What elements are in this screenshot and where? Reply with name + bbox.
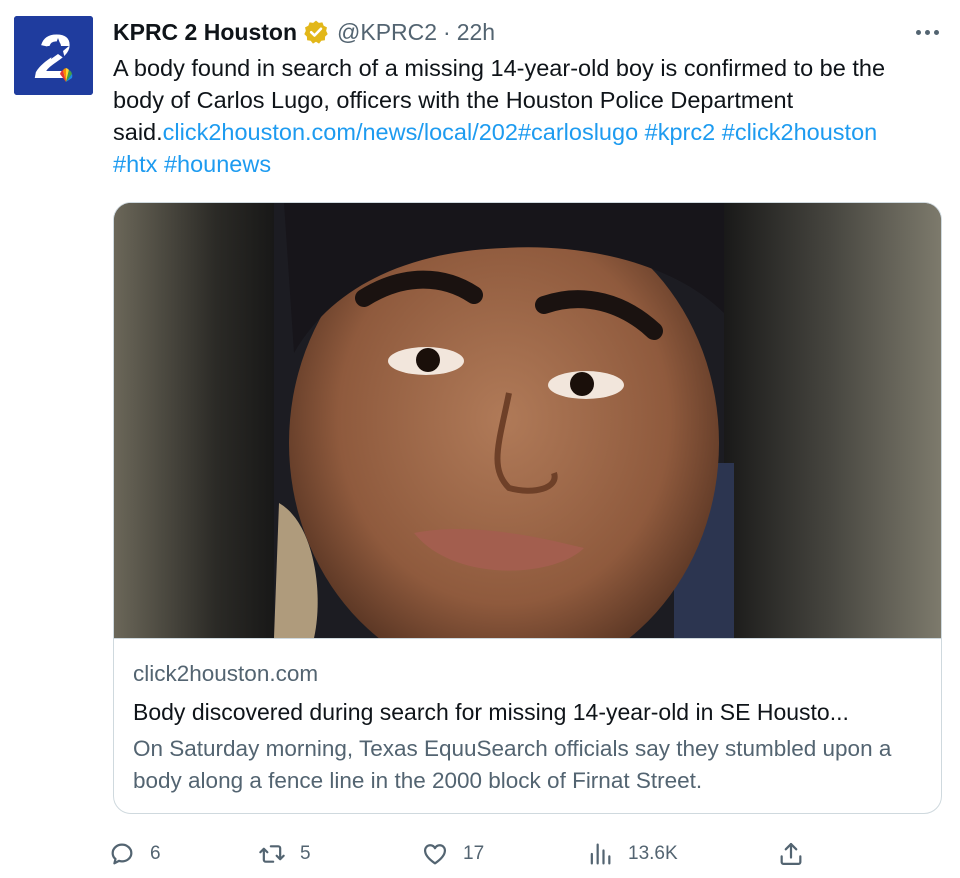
separator-dot: · — [443, 18, 451, 45]
like-button[interactable]: 17 — [421, 838, 484, 870]
user-handle[interactable]: @KPRC2 — [337, 19, 437, 46]
tweet-link[interactable]: click2houston.com/news/local/202 — [163, 119, 518, 145]
tweet-text: A body found in search of a missing 14-y… — [113, 52, 913, 180]
kprc2-logo-icon: 2 — [14, 16, 93, 95]
link-preview-card[interactable]: click2houston.com Body discovered during… — [113, 202, 942, 814]
reply-count: 6 — [150, 843, 161, 864]
timestamp[interactable]: 22h — [457, 19, 495, 46]
retweet-icon — [259, 845, 285, 863]
card-divider — [114, 638, 941, 639]
share-icon — [780, 842, 802, 866]
card-description[interactable]: On Saturday morning, Texas EquuSearch of… — [133, 733, 923, 797]
reply-button[interactable]: 6 — [108, 838, 161, 870]
action-bar: 6 5 17 13.6K — [108, 838, 828, 870]
avatar[interactable]: 2 — [14, 16, 93, 95]
hashtag-click2houston[interactable]: #click2houston — [722, 119, 877, 145]
hashtag-htx[interactable]: #htx — [113, 151, 157, 177]
card-image[interactable] — [114, 203, 941, 638]
hashtag-hounews[interactable]: #hounews — [164, 151, 271, 177]
card-title[interactable]: Body discovered during search for missin… — [133, 699, 923, 726]
verified-badge-icon[interactable] — [303, 19, 329, 45]
hashtag-carloslugo[interactable]: #carloslugo — [518, 119, 638, 145]
like-count: 17 — [463, 843, 485, 864]
views-button[interactable]: 13.6K — [586, 838, 678, 870]
tweet-header: KPRC 2 Houston @KPRC2 · 22h — [113, 18, 495, 46]
retweet-count: 5 — [300, 843, 311, 864]
share-button[interactable] — [777, 838, 805, 870]
display-name[interactable]: KPRC 2 Houston — [113, 19, 297, 46]
heart-icon — [423, 844, 447, 865]
reply-icon — [111, 843, 133, 865]
card-domain[interactable]: click2houston.com — [133, 661, 318, 687]
more-options-icon[interactable] — [912, 18, 942, 46]
views-chart-icon — [590, 843, 611, 865]
retweet-button[interactable]: 5 — [258, 838, 311, 870]
views-count: 13.6K — [628, 843, 678, 864]
hashtag-kprc2[interactable]: #kprc2 — [645, 119, 716, 145]
